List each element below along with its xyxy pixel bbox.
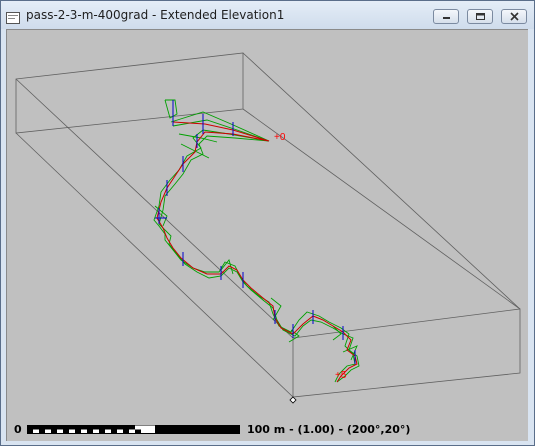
bounding-box [15,52,521,398]
minimize-icon [443,17,450,19]
survey-centerline [156,121,358,383]
title-bar[interactable]: pass-2-3-m-400grad - Extended Elevation1 [1,1,534,29]
station-label-start: +0 [274,132,286,143]
origin-marker [289,396,297,404]
passage-walls [153,99,360,383]
maximize-button[interactable] [467,9,493,24]
station-label-end: +5 [335,370,347,381]
close-button[interactable] [501,9,527,24]
app-window: pass-2-3-m-400grad - Extended Elevation1 [0,0,535,446]
elevation-view[interactable]: +0 +5 0 100 m - (1.00) - (200°,20°) [6,29,528,441]
app-document-icon [6,9,20,24]
scale-description: 100 m - (1.00) - (200°,20°) [247,423,411,436]
scale-bar-row: 0 100 m - (1.00) - (200°,20°) [7,421,529,439]
close-icon [510,12,519,21]
window-title: pass-2-3-m-400grad - Extended Elevation1 [26,8,285,22]
scale-zero-label: 0 [14,423,22,436]
maximize-icon [476,13,485,20]
minimize-button[interactable] [433,9,459,24]
scale-bar [27,425,240,434]
cave-survey-canvas[interactable]: +0 +5 [7,30,527,420]
